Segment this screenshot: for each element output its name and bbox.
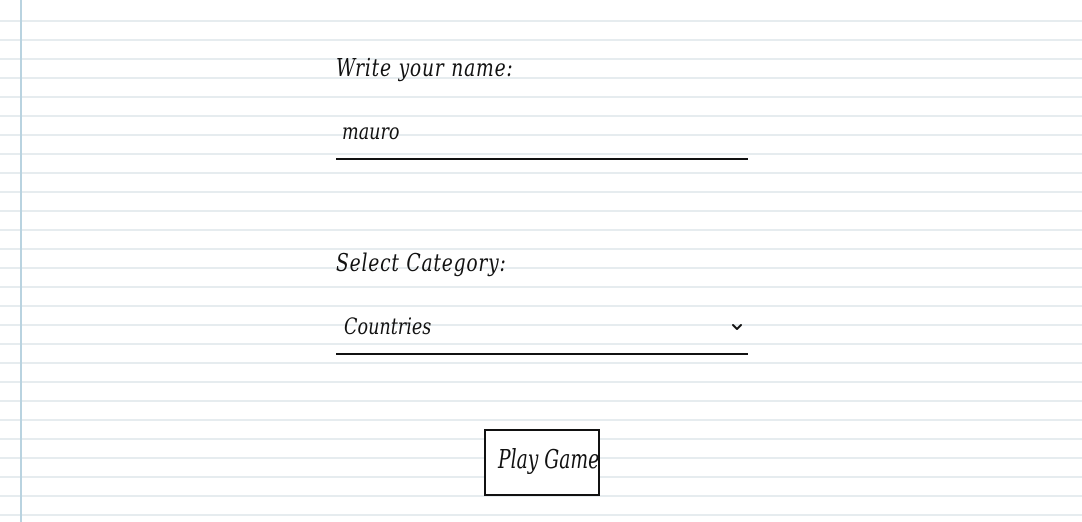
category-label: Select Category: — [336, 249, 507, 277]
name-input-value: mauro — [342, 120, 400, 145]
chevron-down-icon — [732, 324, 742, 330]
category-select[interactable]: Countries — [336, 309, 748, 355]
name-label: Write your name: — [336, 54, 514, 82]
play-game-button[interactable]: Play Game — [484, 429, 600, 496]
name-input[interactable]: mauro — [336, 114, 748, 160]
category-selected-value: Countries — [344, 315, 432, 340]
notebook-margin-line — [20, 0, 22, 522]
play-game-button-label: Play Game — [498, 445, 600, 475]
